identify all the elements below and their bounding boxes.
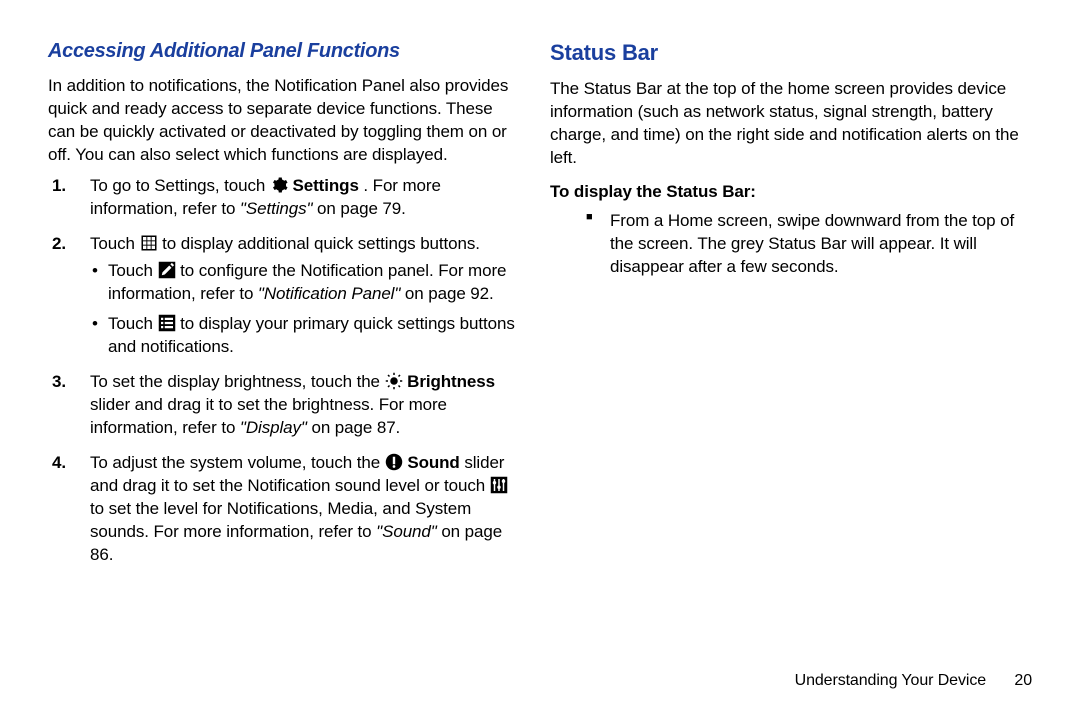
step-4-text-pre: To adjust the system volume, touch the <box>90 453 385 472</box>
sound-label: Sound <box>407 453 459 472</box>
right-intro: The Status Bar at the top of the home sc… <box>550 78 1032 170</box>
left-intro: In addition to notifications, the Notifi… <box>48 75 524 167</box>
step-2-text-post: to display additional quick settings but… <box>162 234 480 253</box>
grid-icon <box>140 234 158 252</box>
step-3-text-post2: on page 87. <box>311 418 400 437</box>
step-1: To go to Settings, touch Settings . For … <box>76 175 524 221</box>
page-footer: Understanding Your Device 20 <box>795 670 1032 692</box>
numbered-list: To go to Settings, touch Settings . For … <box>48 175 524 567</box>
right-bullet-1: From a Home screen, swipe downward from … <box>590 210 1032 279</box>
step-4-ref: "Sound" <box>376 522 437 541</box>
step-2-text-pre: Touch <box>90 234 140 253</box>
list-icon <box>158 314 176 332</box>
sound-icon <box>385 453 403 471</box>
step-2-b1-ref: "Notification Panel" <box>258 284 400 303</box>
step-2-bullet-2: Touch to display your primary quick sett… <box>92 313 524 359</box>
step-3-text-pre: To set the display brightness, touch the <box>90 372 385 391</box>
settings-label: Settings <box>293 176 359 195</box>
step-1-text-post2: on page 79. <box>317 199 406 218</box>
right-heading: Status Bar <box>550 38 1032 68</box>
brightness-label: Brightness <box>407 372 495 391</box>
right-subhead: To display the Status Bar: <box>550 181 1032 204</box>
step-2-b1-post2: on page 92. <box>405 284 494 303</box>
step-2-b1-pre: Touch <box>108 261 158 280</box>
gear-icon <box>270 176 288 194</box>
step-4: To adjust the system volume, touch the S… <box>76 452 524 567</box>
footer-section: Understanding Your Device <box>795 672 986 689</box>
step-2-sublist: Touch to configure the Notification pane… <box>90 260 524 360</box>
brightness-icon <box>385 372 403 390</box>
step-3-ref: "Display" <box>240 418 307 437</box>
right-bullets: From a Home screen, swipe downward from … <box>550 210 1032 279</box>
footer-page-number: 20 <box>1014 672 1032 689</box>
right-column: Status Bar The Status Bar at the top of … <box>540 38 1032 690</box>
pencil-icon <box>158 261 176 279</box>
step-2-bullet-1: Touch to configure the Notification pane… <box>92 260 524 306</box>
step-2: Touch to display additional quick settin… <box>76 233 524 360</box>
left-heading: Accessing Additional Panel Functions <box>48 38 524 65</box>
manual-page: Accessing Additional Panel Functions In … <box>0 0 1080 720</box>
step-1-text-pre: To go to Settings, touch <box>90 176 270 195</box>
sliders-icon <box>490 476 508 494</box>
step-2-b2-pre: Touch <box>108 314 158 333</box>
step-1-ref: "Settings" <box>240 199 313 218</box>
left-column: Accessing Additional Panel Functions In … <box>48 38 540 690</box>
step-3: To set the display brightness, touch the… <box>76 371 524 440</box>
